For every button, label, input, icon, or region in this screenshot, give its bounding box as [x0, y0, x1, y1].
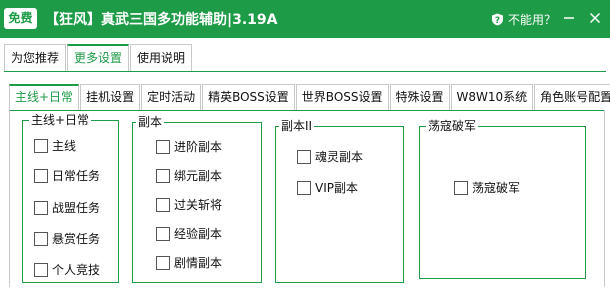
checkbox-personal-arena[interactable]: 个人竞技 [34, 261, 100, 278]
group-pojun: 荡寇破军 荡寇破军 [419, 119, 586, 279]
checkbox-soul-dungeon[interactable]: 魂灵副本 [297, 148, 363, 165]
checkbox-box[interactable] [156, 139, 170, 154]
tab-afk-settings[interactable]: 挂机设置 [80, 84, 141, 110]
tab-main-daily[interactable]: 主线+日常 [9, 84, 80, 110]
checkbox-box[interactable] [34, 262, 48, 277]
checkbox-label: 日常任务 [52, 169, 101, 183]
checkbox-label: 主线 [52, 139, 77, 153]
group-title: 荡寇破军 [426, 119, 479, 134]
checkbox-label: 悬赏任务 [52, 232, 101, 246]
checkbox-box[interactable] [297, 180, 311, 195]
checkbox-label: 进阶副本 [174, 140, 223, 154]
checkbox-pojun[interactable]: 荡寇破军 [454, 179, 520, 196]
checkbox-label: 剧情副本 [174, 256, 223, 270]
minimize-button[interactable] [562, 11, 576, 25]
checkbox-bound-gold-dungeon[interactable]: 绑元副本 [156, 167, 222, 184]
group-title: 副本II [279, 119, 315, 134]
title-bar: 免费 【狂风】真武三国多功能辅助|3.19A ? 不能用？ [0, 0, 610, 38]
checkbox-box[interactable] [156, 255, 170, 270]
checkbox-daily-tasks[interactable]: 日常任务 [34, 167, 100, 184]
tab-w8w10-system[interactable]: W8W10系统 [450, 84, 534, 110]
tab-instructions[interactable]: 使用说明 [130, 44, 193, 71]
tab-special-settings[interactable]: 特殊设置 [389, 84, 450, 110]
checkbox-pass-levels[interactable]: 过关斩将 [156, 196, 222, 213]
checkbox-box[interactable] [34, 231, 48, 246]
group-dungeon: 副本 进阶副本 绑元副本 过关斩将 经验副本 剧情副本 [132, 115, 262, 283]
svg-text:?: ? [495, 16, 500, 26]
checkbox-label: 过关斩将 [174, 198, 223, 212]
tab-world-boss[interactable]: 世界BOSS设置 [295, 84, 389, 110]
checkbox-label: 战盟任务 [52, 201, 101, 215]
tab-timed-events[interactable]: 定时活动 [141, 84, 202, 110]
checkbox-box[interactable] [34, 200, 48, 215]
sub-tab-bar: 主线+日常 挂机设置 定时活动 精英BOSS设置 世界BOSS设置 特殊设置 W… [9, 84, 610, 110]
checkbox-box[interactable] [156, 168, 170, 183]
group-title: 主线+日常 [29, 113, 92, 128]
tab-recommend[interactable]: 为您推荐 [4, 44, 67, 71]
checkbox-alliance-tasks[interactable]: 战盟任务 [34, 199, 100, 216]
checkbox-box[interactable] [156, 226, 170, 241]
checkbox-label: VIP副本 [315, 181, 358, 195]
checkbox-box[interactable] [297, 149, 311, 164]
checkbox-box[interactable] [454, 180, 468, 195]
close-button[interactable] [588, 11, 602, 25]
checkbox-story-dungeon[interactable]: 剧情副本 [156, 254, 222, 271]
help-link[interactable]: ? 不能用？ [491, 11, 556, 28]
checkbox-label: 荡寇破军 [472, 181, 521, 195]
checkbox-bounty-tasks[interactable]: 悬赏任务 [34, 230, 100, 247]
checkbox-advanced-dungeon[interactable]: 进阶副本 [156, 138, 222, 155]
help-link-label: 不能用？ [508, 13, 557, 27]
checkbox-box[interactable] [156, 197, 170, 212]
close-icon [589, 12, 601, 24]
checkbox-label: 绑元副本 [174, 169, 223, 183]
minimize-icon [564, 17, 574, 19]
question-shield-icon: ? [491, 13, 504, 26]
tab-more-settings[interactable]: 更多设置 [67, 44, 130, 71]
app-title: 【狂风】真武三国多功能辅助|3.19A [45, 12, 278, 28]
checkbox-box[interactable] [34, 168, 48, 183]
free-badge: 免费 [4, 8, 37, 29]
main-tab-divider [4, 71, 606, 72]
checkbox-label: 经验副本 [174, 227, 223, 241]
group-dungeon-2: 副本II 魂灵副本 VIP副本 [275, 119, 404, 283]
checkbox-label: 魂灵副本 [315, 150, 364, 164]
checkbox-main-quest[interactable]: 主线 [34, 137, 76, 154]
checkbox-box[interactable] [34, 138, 48, 153]
group-main-daily: 主线+日常 主线 日常任务 战盟任务 悬赏任务 个人竞技 [22, 113, 119, 283]
checkbox-vip-dungeon[interactable]: VIP副本 [297, 179, 358, 196]
main-tab-bar: 为您推荐 更多设置 使用说明 [4, 44, 193, 71]
tab-role-account[interactable]: 角色账号配置 [534, 84, 610, 110]
tab-elite-boss[interactable]: 精英BOSS设置 [202, 84, 295, 110]
checkbox-exp-dungeon[interactable]: 经验副本 [156, 225, 222, 242]
checkbox-label: 个人竞技 [52, 263, 101, 277]
group-title: 副本 [136, 115, 165, 130]
